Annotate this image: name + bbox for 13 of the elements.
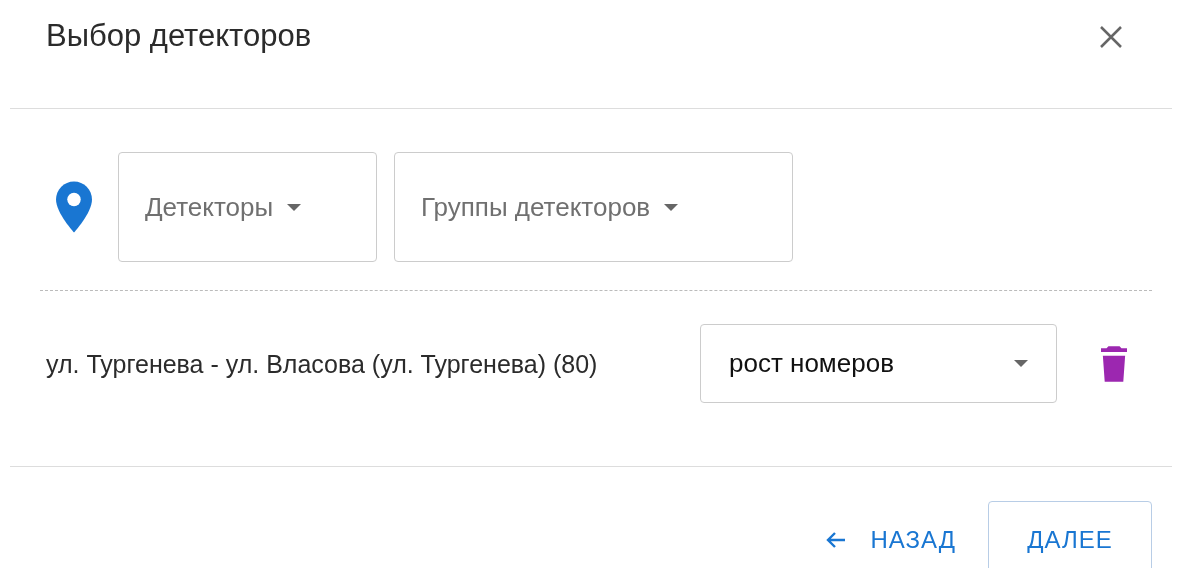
dialog-title: Выбор детекторов [46,17,312,55]
delete-button[interactable] [1101,345,1127,382]
mode-dropdown[interactable]: рост номеров [700,324,1057,403]
filter-dropdown[interactable]: Группы детекторов [394,152,793,262]
trash-icon [1101,345,1127,382]
detector-name: ул. Тургенева - ул. Власова (ул. Тургенева) (80) [46,348,599,380]
caret-icon [1014,360,1028,367]
caret-icon [664,203,679,211]
next-button[interactable]: ДАЛЕЕ [988,501,1152,568]
caret-icon [287,203,302,211]
filter-dropdown[interactable]: Детекторы [118,152,377,262]
location-pin-icon [56,181,92,233]
back-button[interactable]: НАЗАД [822,526,956,554]
